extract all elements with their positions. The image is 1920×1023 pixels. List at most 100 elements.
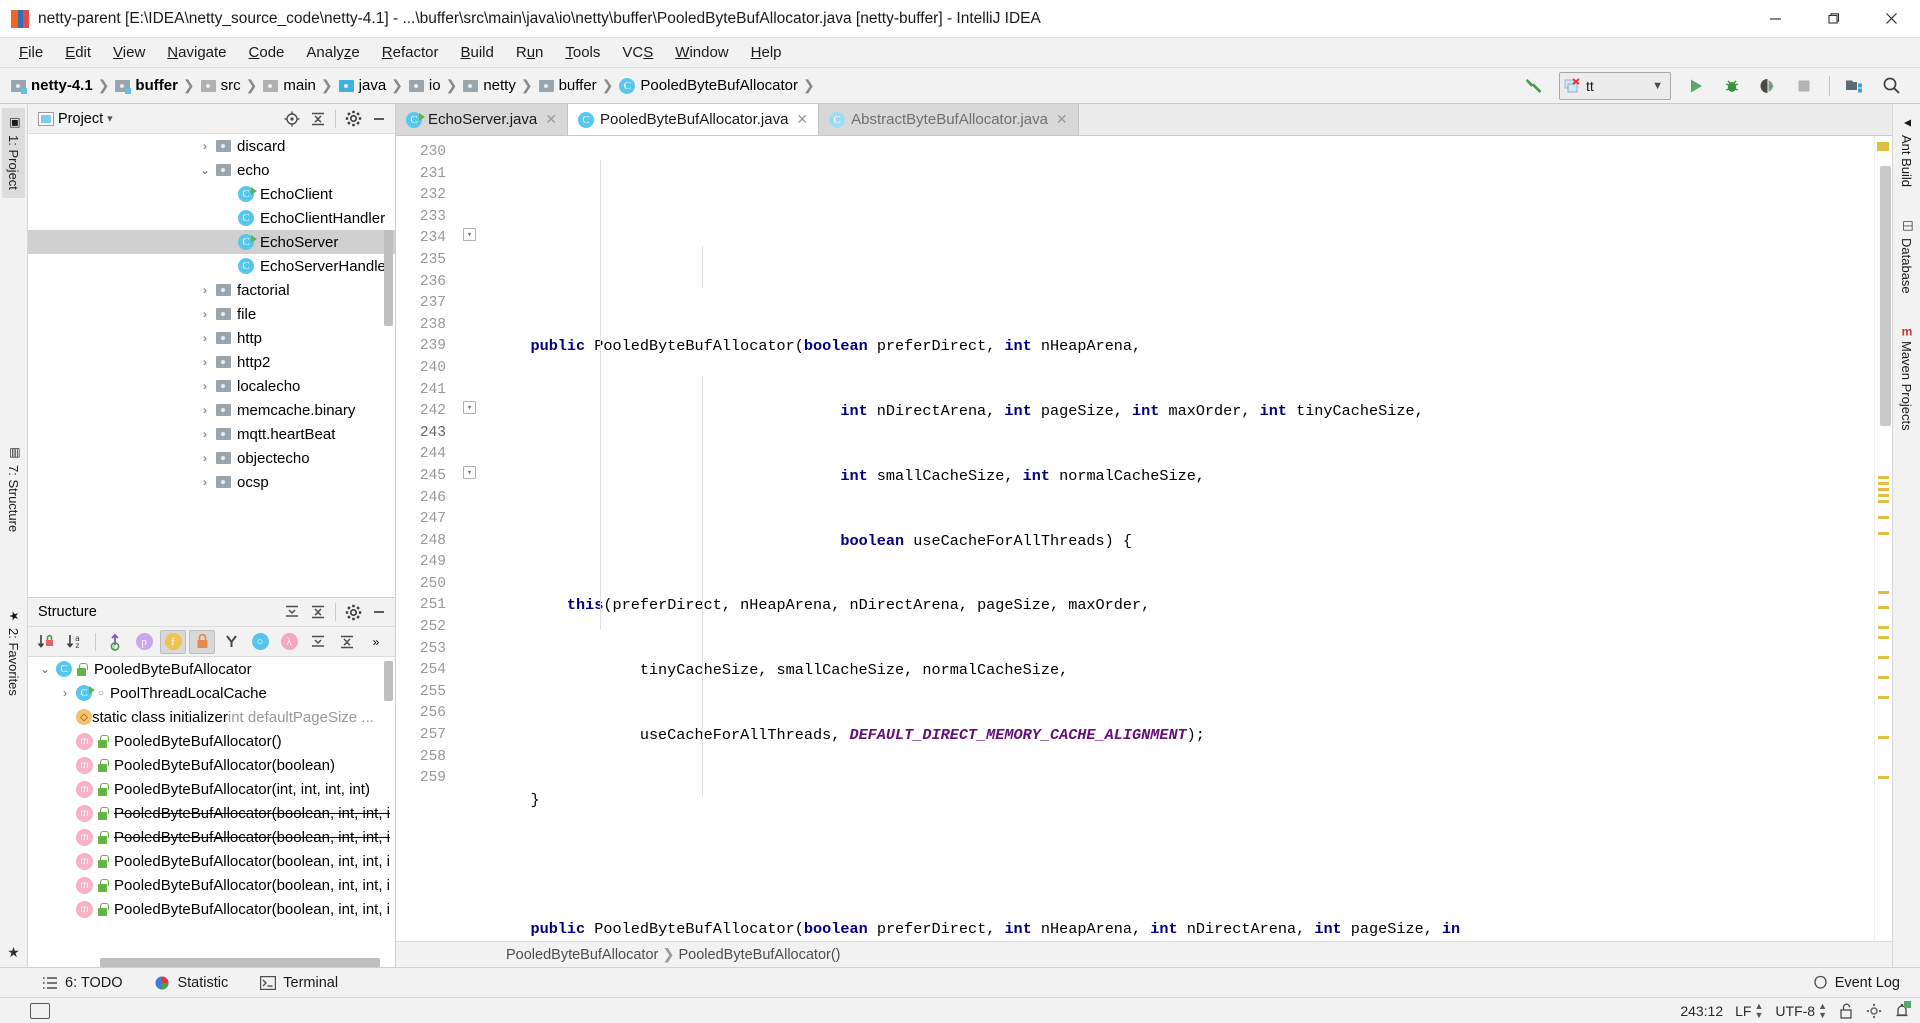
menu-run[interactable]: Run <box>505 41 555 64</box>
menu-edit[interactable]: Edit <box>54 41 102 64</box>
show-lambdas-button[interactable]: λ <box>276 630 302 654</box>
menu-tools[interactable]: Tools <box>554 41 611 64</box>
editor-tab-pooledbytebufallocator[interactable]: C PooledByteBufAllocator.java ✕ <box>567 104 820 135</box>
chevron-right-icon[interactable]: › <box>194 139 216 153</box>
structure-node-ctor-2[interactable]: m PooledByteBufAllocator(int, int, int, … <box>28 777 395 801</box>
warning-marker[interactable] <box>1878 636 1889 639</box>
tree-node-echoserver[interactable]: C EchoServer <box>28 230 395 254</box>
structure-node-ctor-0[interactable]: m PooledByteBufAllocator() <box>28 729 395 753</box>
menu-view[interactable]: View <box>102 41 156 64</box>
tree-node-echoserverhandler[interactable]: C EchoServerHandler <box>28 254 395 278</box>
warning-marker[interactable] <box>1878 626 1889 629</box>
structure-node-ctor-5[interactable]: m PooledByteBufAllocator(boolean, int, i… <box>28 849 395 873</box>
warning-marker[interactable] <box>1878 494 1889 497</box>
tree-node-http[interactable]: › http <box>28 326 395 350</box>
warning-marker[interactable] <box>1878 736 1889 739</box>
menu-vcs[interactable]: VCS <box>611 41 664 64</box>
tree-node-echoclient[interactable]: C EchoClient <box>28 182 395 206</box>
chevron-right-icon[interactable]: › <box>194 355 216 369</box>
structure-node-ctor-3[interactable]: m PooledByteBufAllocator(boolean, int, i… <box>28 801 395 825</box>
editor-marker-bar[interactable] <box>1874 136 1892 941</box>
show-fields-button[interactable]: f <box>160 629 186 654</box>
editor-scrollbar-thumb[interactable] <box>1880 166 1891 426</box>
menu-file[interactable]: File <box>8 41 54 64</box>
structure-node-static-initializer[interactable]: ◇ static class initializer int defaultPa… <box>28 705 395 729</box>
warning-marker[interactable] <box>1878 488 1889 491</box>
show-inherited-button[interactable]: I <box>102 630 128 654</box>
code-editor[interactable]: 230 231 232 233 234 235 236 237 238 239 … <box>396 136 1892 941</box>
minimize-button[interactable] <box>1746 0 1804 38</box>
show-interfaces-button[interactable]: ○ <box>247 630 273 654</box>
show-non-public-button[interactable] <box>189 629 215 654</box>
project-tree-scrollbar[interactable] <box>384 230 393 326</box>
breadcrumb-buffer-pkg[interactable]: buffer <box>536 73 599 99</box>
tool-tab-structure[interactable]: ▤ 7: Structure <box>2 438 25 540</box>
menu-code[interactable]: Code <box>238 41 296 64</box>
hide-panel-button[interactable] <box>367 600 391 624</box>
tool-button-terminal[interactable]: Terminal <box>254 973 344 993</box>
chevron-right-icon[interactable]: › <box>194 331 216 345</box>
tool-tab-favorites[interactable]: ★ 2: Favorites <box>2 601 25 704</box>
tree-node-http2[interactable]: › http2 <box>28 350 395 374</box>
tool-tab-database[interactable]: ◫ Database <box>1895 211 1918 302</box>
warning-marker[interactable] <box>1878 482 1889 485</box>
breadcrumb-java[interactable]: java <box>336 73 389 99</box>
breadcrumb-method-name[interactable]: PooledByteBufAllocator() <box>679 947 841 963</box>
structure-node-ctor-6[interactable]: m PooledByteBufAllocator(boolean, int, i… <box>28 873 395 897</box>
locate-file-button[interactable] <box>280 107 304 131</box>
tree-node-discard[interactable]: › discard <box>28 134 395 158</box>
warning-marker[interactable] <box>1878 591 1889 594</box>
tool-button-statistic[interactable]: Statistic <box>148 973 234 993</box>
breadcrumb-module-netty[interactable]: netty-4.1 <box>8 73 95 99</box>
show-anonymous-classes-button[interactable] <box>218 630 244 654</box>
breadcrumb-src[interactable]: src <box>198 73 243 99</box>
collapse-all-structure-button[interactable] <box>334 630 360 654</box>
debug-button[interactable] <box>1715 71 1749 101</box>
warning-marker[interactable] <box>1878 656 1889 659</box>
chevron-right-icon[interactable]: › <box>194 475 216 489</box>
sort-by-visibility-button[interactable] <box>34 630 60 654</box>
warning-marker[interactable] <box>1878 476 1889 479</box>
chevron-down-icon[interactable]: ⌄ <box>194 163 216 177</box>
hide-panel-button[interactable] <box>367 107 391 131</box>
more-options-button[interactable]: » <box>363 630 389 654</box>
line-separator[interactable]: LF ▲ ▼ <box>1735 1001 1763 1020</box>
chevron-right-icon[interactable]: › <box>194 283 216 297</box>
menu-navigate[interactable]: Navigate <box>156 41 237 64</box>
tree-node-file[interactable]: › file <box>28 302 395 326</box>
tree-node-echo[interactable]: ⌄ echo <box>28 158 395 182</box>
warning-marker[interactable] <box>1878 776 1889 779</box>
chevron-right-icon[interactable]: › <box>194 307 216 321</box>
tree-node-objectecho[interactable]: › objectecho <box>28 446 395 470</box>
inspections-icon[interactable] <box>1866 1003 1882 1019</box>
close-icon[interactable]: ✕ <box>1056 111 1068 128</box>
code-fold-icon[interactable]: ▾ <box>463 466 476 479</box>
project-tree[interactable]: › discard ⌄ echo C EchoClient C EchoClie… <box>28 134 395 597</box>
warning-marker[interactable] <box>1878 500 1889 503</box>
tool-tab-ant-build[interactable]: ▲ Ant Build <box>1895 108 1918 195</box>
notifications-icon[interactable] <box>1894 1001 1911 1019</box>
tool-tab-project[interactable]: ▣ 1: Project <box>2 108 25 198</box>
menu-analyze[interactable]: Analyze <box>295 41 370 64</box>
maximize-button[interactable] <box>1804 0 1862 38</box>
structure-node-class[interactable]: ⌄ C PooledByteBufAllocator <box>28 657 395 681</box>
tree-node-echoclienthandler[interactable]: C EchoClientHandler <box>28 206 395 230</box>
warning-marker[interactable] <box>1878 696 1889 699</box>
structure-node-ctor-4[interactable]: m PooledByteBufAllocator(boolean, int, i… <box>28 825 395 849</box>
tree-node-factorial[interactable]: › factorial <box>28 278 395 302</box>
tree-node-localecho[interactable]: › localecho <box>28 374 395 398</box>
warning-marker[interactable] <box>1877 142 1889 151</box>
chevron-right-icon[interactable]: › <box>194 451 216 465</box>
breadcrumb-module-buffer[interactable]: buffer <box>112 73 180 99</box>
tool-button-todo[interactable]: 6: TODO <box>36 973 128 993</box>
chevron-right-icon[interactable]: › <box>194 403 216 417</box>
warning-marker[interactable] <box>1878 516 1889 519</box>
menu-help[interactable]: Help <box>740 41 793 64</box>
caret-position[interactable]: 243:12 <box>1680 1003 1723 1019</box>
settings-gear-button[interactable] <box>341 600 365 624</box>
read-only-lock-icon[interactable] <box>1839 1003 1854 1019</box>
expand-all-button[interactable] <box>280 600 304 624</box>
structure-node-poolthreadlocalcache[interactable]: › C ○ PoolThreadLocalCache <box>28 681 395 705</box>
code-fold-icon[interactable]: ▾ <box>463 228 476 241</box>
breadcrumb-main[interactable]: main <box>260 73 318 99</box>
